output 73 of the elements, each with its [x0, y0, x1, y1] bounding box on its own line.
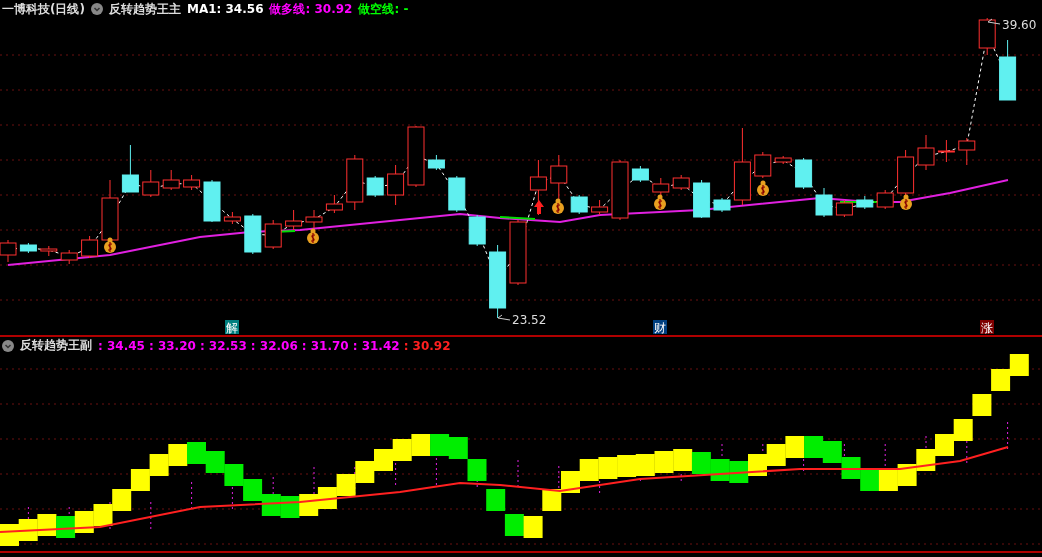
- candlestick: [835, 199, 853, 218]
- up-arrow-icon: [534, 200, 544, 214]
- candlestick: [876, 189, 894, 210]
- candlestick: [183, 174, 201, 191]
- low-price-label: 23.52: [497, 313, 547, 327]
- candlestick: [652, 177, 670, 196]
- money-bag-icon: [552, 198, 564, 214]
- indicator-reading: 做空线: -: [358, 0, 409, 18]
- money-bag-icon: [104, 237, 116, 253]
- candlestick: [264, 219, 282, 250]
- candlestick: [162, 169, 180, 191]
- indicator-reading: : 31.42: [352, 338, 400, 353]
- candlestick: [468, 214, 486, 247]
- candlestick: [815, 187, 833, 218]
- candlestick: [40, 245, 58, 257]
- candlestick: [631, 165, 649, 183]
- candlestick: [795, 157, 813, 190]
- indicator-reading: : 34.45: [98, 338, 145, 353]
- candlestick: [19, 242, 37, 254]
- candlestick: [121, 144, 139, 193]
- candlestick: [550, 154, 568, 201]
- dropdown-icon[interactable]: [2, 339, 14, 352]
- event-marker[interactable]: 解: [225, 320, 239, 335]
- candlestick: [81, 235, 99, 259]
- candlestick: [223, 211, 241, 225]
- indicator-reading: : 32.06: [250, 338, 298, 353]
- candlestick: [958, 137, 976, 166]
- candlestick: [999, 39, 1017, 101]
- indicator-reading: 做多线: 30.92: [269, 0, 353, 18]
- high-price-label: 39.60: [987, 18, 1037, 32]
- indicator-name: 反转趋势王主: [108, 0, 181, 18]
- candlestick: [427, 154, 445, 171]
- money-bag-icon: [900, 194, 912, 210]
- candlestick: [407, 125, 425, 188]
- candlestick: [366, 175, 384, 198]
- candlestick: [591, 199, 609, 216]
- candlestick: [529, 159, 547, 216]
- stock-title: 一博科技(日线): [2, 0, 85, 18]
- candlestick: [142, 169, 160, 198]
- indicator-reading: MA1: 34.56: [186, 2, 264, 16]
- indicator-name: 反转趋势王副: [20, 337, 92, 354]
- candlestick: [897, 149, 915, 196]
- candlestick: [611, 159, 629, 221]
- candlestick: [60, 249, 78, 265]
- indicator-reading: : 33.20: [148, 338, 196, 353]
- candlestick: [509, 219, 527, 286]
- candlestick: [570, 194, 588, 215]
- candlestick: [325, 194, 343, 214]
- event-marker[interactable]: 财: [653, 320, 667, 335]
- indicator-reading: : 32.53: [199, 338, 247, 353]
- money-bag-icon: [654, 194, 666, 210]
- indicator-reading: : 31.70: [301, 338, 349, 353]
- candlestick: [244, 213, 262, 255]
- candlestick: [693, 179, 711, 219]
- event-marker[interactable]: 涨: [980, 320, 994, 335]
- money-bag-icon: [307, 228, 319, 244]
- indicator-reading: : 30.92: [403, 338, 451, 353]
- candlestick: [754, 151, 772, 179]
- candlestick: [203, 179, 221, 223]
- candlestick: [285, 209, 303, 231]
- candlestick: [774, 155, 792, 165]
- candlestick: [917, 134, 935, 171]
- candlestick: [387, 164, 405, 206]
- candlestick: [346, 154, 364, 211]
- candlestick: [937, 139, 955, 163]
- candlestick: [978, 18, 996, 56]
- money-bag-icon: [757, 180, 769, 196]
- candlestick: [448, 175, 466, 213]
- candlestick: [672, 174, 690, 191]
- candlestick: [856, 195, 874, 210]
- candlestick: [713, 197, 731, 213]
- candlestick: [305, 209, 323, 229]
- dropdown-icon[interactable]: [90, 3, 103, 15]
